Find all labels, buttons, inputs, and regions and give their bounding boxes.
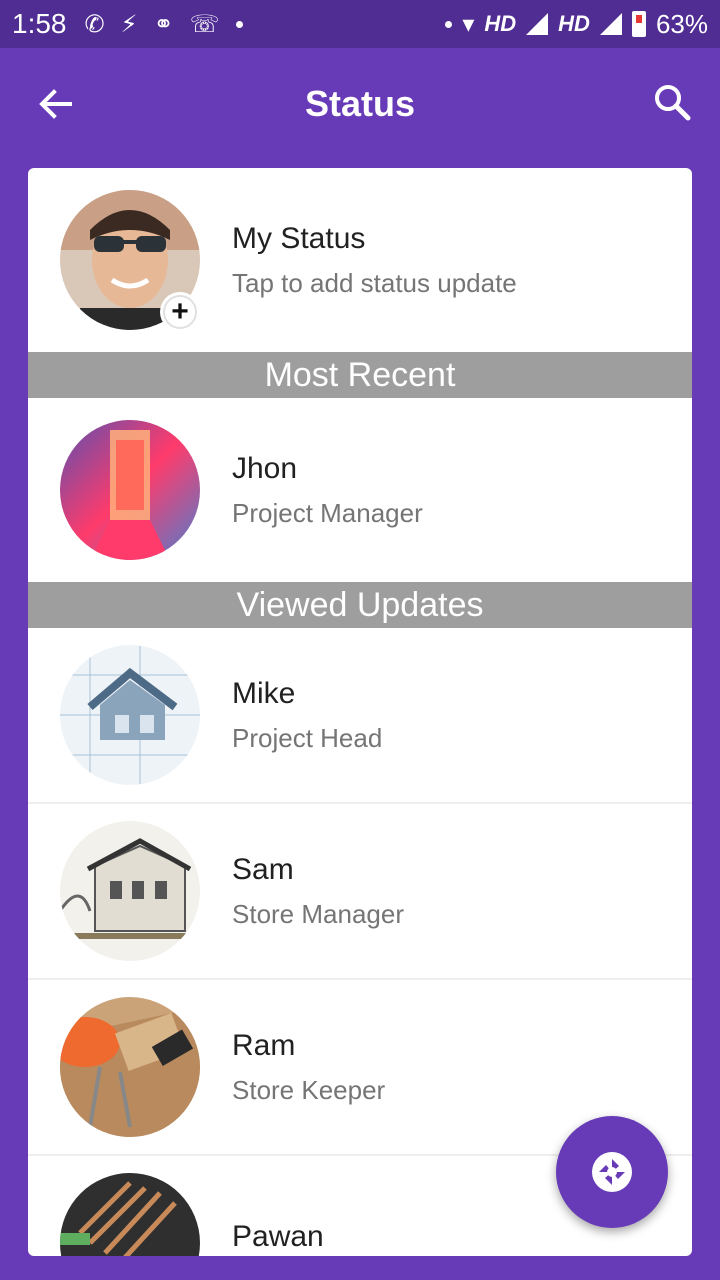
search-icon[interactable]	[652, 82, 692, 122]
notification-icons: ✆ ⚡ ⚭ ☏	[85, 10, 243, 39]
system-icons: ▾ HD HD 63%	[445, 9, 708, 40]
contact-text: Pawan	[232, 1220, 324, 1256]
signal-icon-2	[599, 13, 622, 35]
page-title: Status	[304, 83, 416, 124]
contact-subtitle: Store Manager	[232, 898, 404, 929]
status-row-sam[interactable]: Sam Store Manager	[28, 804, 692, 980]
contact-subtitle: Store Keeper	[232, 1074, 386, 1105]
camera-shutter-icon	[592, 1152, 632, 1192]
phone-icon: ✆	[84, 10, 105, 38]
dot-icon	[445, 20, 453, 28]
contact-name: Sam	[232, 852, 294, 886]
more-dot-icon	[235, 20, 243, 28]
battery-icon	[631, 11, 646, 37]
charging-icon: ⚡	[120, 10, 138, 38]
wifi-icon: ▾	[462, 10, 475, 38]
my-status-text: My Status Tap to add status update	[232, 222, 517, 299]
plus-icon: +	[163, 295, 197, 329]
contact-text: Jhon Project Manager	[232, 452, 423, 529]
add-status-badge[interactable]: +	[160, 292, 200, 332]
arrow-back-icon[interactable]	[36, 84, 76, 124]
battery-percent: 63%	[655, 8, 708, 39]
my-status-row[interactable]: + My Status Tap to add status update	[28, 168, 692, 352]
contact-subtitle: Project Head	[232, 722, 383, 753]
contact-text: Mike Project Head	[232, 677, 382, 754]
section-header-viewed-updates: Viewed Updates	[28, 582, 692, 628]
section-header-most-recent: Most Recent	[28, 352, 692, 398]
contact-text: Ram Store Keeper	[232, 1029, 385, 1106]
link-icon: ⚭	[153, 10, 174, 38]
system-status-bar: 1:58 ✆ ⚡ ⚭ ☏ ▾ HD HD 63%	[0, 0, 720, 48]
missed-call-icon: ☏	[189, 10, 220, 38]
camera-fab-button[interactable]	[556, 1116, 668, 1228]
contact-subtitle: Tap to add status update	[232, 267, 517, 298]
app-bar: Status	[0, 48, 720, 160]
contact-name: Mike	[232, 676, 296, 710]
hd-label: HD	[484, 11, 517, 36]
status-row-jhon[interactable]: Jhon Project Manager	[28, 398, 692, 582]
contact-avatar	[60, 420, 200, 560]
contact-avatar	[60, 645, 200, 785]
contact-name: Jhon	[232, 451, 298, 485]
contact-name: Ram	[232, 1028, 296, 1062]
signal-icon	[526, 13, 549, 35]
contact-name: My Status	[232, 221, 366, 255]
contact-avatar	[60, 997, 200, 1137]
status-list-card: + My Status Tap to add status update Mos…	[28, 168, 692, 1256]
contact-text: Sam Store Manager	[232, 853, 404, 930]
contact-avatar	[60, 821, 200, 961]
hd-label-2: HD	[558, 11, 590, 36]
status-row-mike[interactable]: Mike Project Head	[28, 628, 692, 804]
contact-avatar	[60, 1173, 200, 1256]
contact-name: Pawan	[232, 1220, 324, 1253]
clock: 1:58	[12, 8, 67, 39]
contact-subtitle: Project Manager	[232, 497, 423, 528]
